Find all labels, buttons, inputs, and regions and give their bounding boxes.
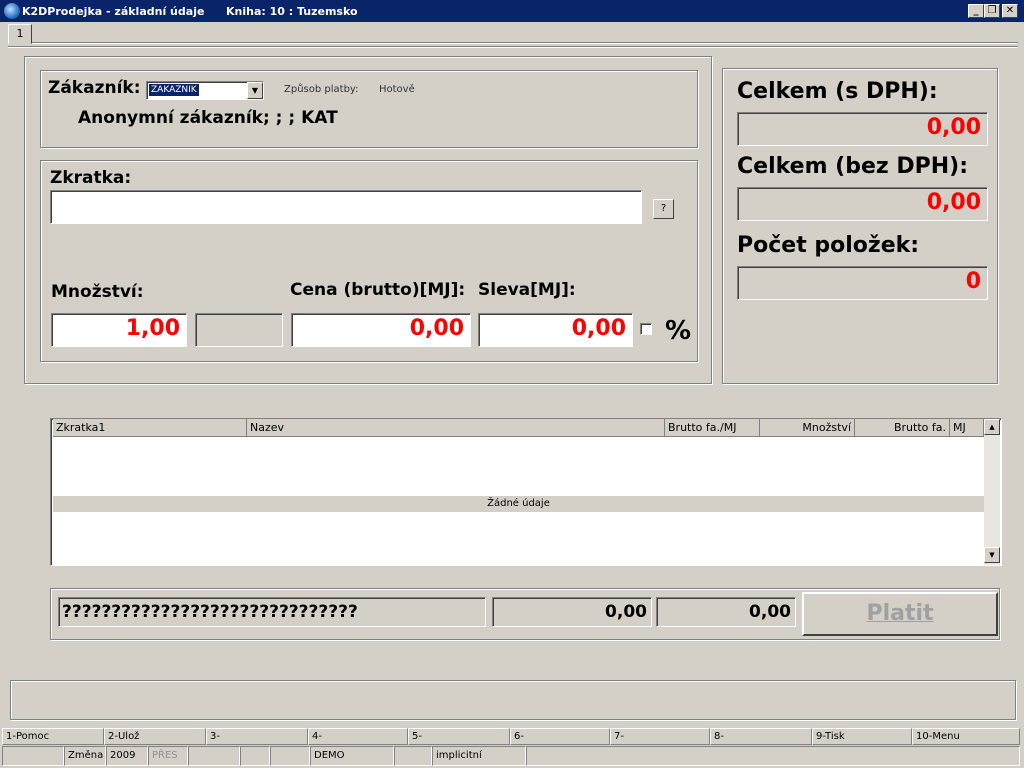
summary-value-1: 0,00 <box>492 597 652 627</box>
column-header[interactable]: MJ <box>950 419 984 437</box>
column-header[interactable]: Nazev <box>247 419 665 437</box>
fkey-print[interactable]: 9-Tisk <box>812 728 912 745</box>
customer-label: Zákazník: <box>48 78 141 98</box>
column-header[interactable]: Množství <box>760 419 855 437</box>
status-mode: Změna <box>64 746 106 766</box>
minimize-button[interactable]: _ <box>968 4 984 18</box>
total-with-vat-value: 0,00 <box>737 112 988 146</box>
total-without-vat-label: Celkem (bez DPH): <box>737 154 968 179</box>
fkey-menu[interactable]: 10-Menu <box>912 728 1020 745</box>
customer-select[interactable]: ZAKAZNIK ▼ <box>146 81 264 100</box>
payment-label: Způsob platby: <box>284 84 359 95</box>
fkey-3[interactable]: 3- <box>206 728 308 745</box>
status-year: 2009 <box>106 746 148 766</box>
price-input[interactable]: 0,00 <box>291 313 471 347</box>
tab-divider <box>32 42 1018 44</box>
customer-select-value: ZAKAZNIK <box>149 84 199 96</box>
pay-button[interactable]: Platit <box>802 592 998 636</box>
status-demo: DEMO <box>310 746 394 766</box>
title-bar: K2DProdejka - základní údaje Kniha: 10 :… <box>0 0 1024 22</box>
percent-label: % <box>665 316 692 346</box>
column-header[interactable]: Brutto fa. <box>855 419 950 437</box>
status-overwrite: PŘES <box>148 746 188 766</box>
tab-divider-2 <box>8 46 1018 48</box>
fkey-6[interactable]: 6- <box>510 728 610 745</box>
quantity-label: Množství: <box>51 282 144 302</box>
empty-message: Žádné údaje <box>53 496 984 512</box>
message-area <box>10 680 1016 720</box>
help-button[interactable]: ? <box>653 199 674 219</box>
unit-field <box>195 313 283 347</box>
payment-value: Hotově <box>379 84 415 95</box>
status-cell-empty <box>2 746 64 766</box>
status-cell-empty <box>240 746 270 766</box>
status-cell-empty <box>188 746 240 766</box>
item-count-value: 0 <box>737 266 988 300</box>
window-title: K2DProdejka - základní údaje <box>22 5 205 18</box>
status-profile: implicitní <box>432 746 526 766</box>
fkey-4[interactable]: 4- <box>308 728 408 745</box>
close-button[interactable]: ✕ <box>1002 4 1018 18</box>
status-cell-empty <box>394 746 432 766</box>
status-cell-empty <box>526 746 1020 766</box>
fkey-8[interactable]: 8- <box>710 728 812 745</box>
shortcut-label: Zkratka: <box>50 168 132 188</box>
tab-1[interactable]: 1 <box>8 24 32 44</box>
quantity-input[interactable]: 1,00 <box>51 313 187 347</box>
total-with-vat-label: Celkem (s DPH): <box>737 79 938 104</box>
fkey-7[interactable]: 7- <box>610 728 710 745</box>
percent-checkbox[interactable] <box>640 323 652 335</box>
table-scrollbar[interactable]: ▲ ▼ <box>984 419 1000 565</box>
status-cell-empty <box>270 746 310 766</box>
discount-label: Sleva[MJ]: <box>478 280 576 300</box>
summary-text: ?????????????????????????????? <box>58 597 486 627</box>
chevron-down-icon[interactable]: ▼ <box>247 82 263 99</box>
price-label: Cena (brutto)[MJ]: <box>290 280 466 300</box>
summary-value-2: 0,00 <box>656 597 796 627</box>
items-table[interactable]: Zkratka1 Nazev Brutto fa./MJ Množství Br… <box>50 418 1002 566</box>
discount-input[interactable]: 0,00 <box>478 313 633 347</box>
restore-button[interactable]: ❐ <box>984 4 1000 18</box>
book-label: Kniha: 10 : Tuzemsko <box>226 5 358 18</box>
column-header[interactable]: Zkratka1 <box>53 419 247 437</box>
customer-description: Anonymní zákazník; ; ; KAT <box>78 108 338 128</box>
item-count-label: Počet položek: <box>737 233 920 258</box>
fkey-help[interactable]: 1-Pomoc <box>2 728 104 745</box>
column-header[interactable]: Brutto fa./MJ <box>665 419 760 437</box>
scroll-up-icon[interactable]: ▲ <box>984 419 1000 435</box>
fkey-5[interactable]: 5- <box>408 728 510 745</box>
fkey-save[interactable]: 2-Ulož <box>104 728 206 745</box>
total-without-vat-value: 0,00 <box>737 187 988 221</box>
scroll-down-icon[interactable]: ▼ <box>984 547 1000 563</box>
shortcut-input[interactable] <box>50 190 642 224</box>
app-icon <box>4 3 20 19</box>
